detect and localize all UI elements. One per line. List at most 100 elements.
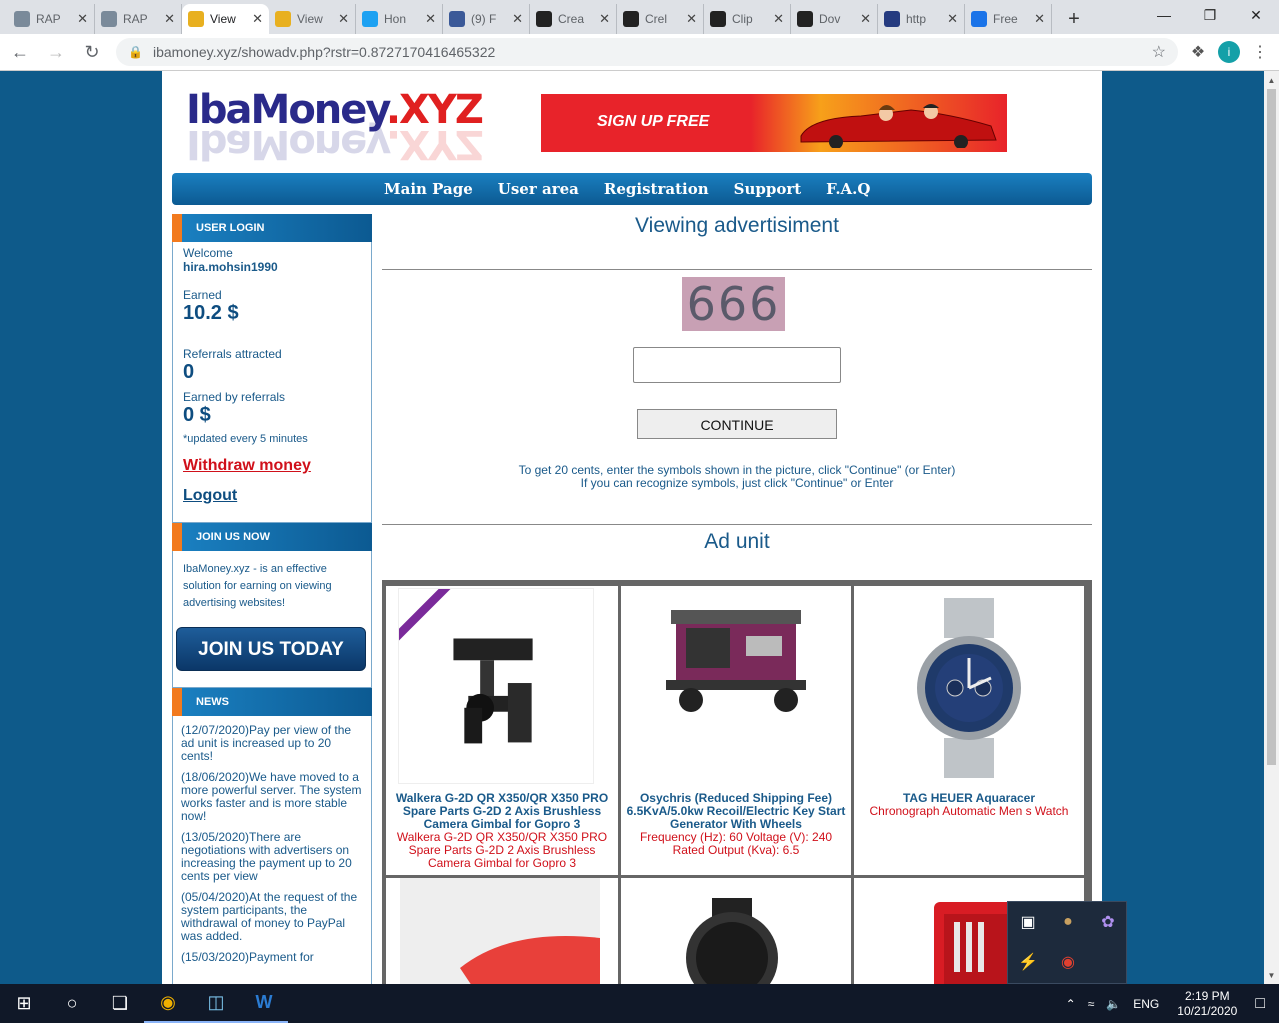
chevron-up-icon[interactable]: ⌃ (1066, 997, 1076, 1011)
sneaker-image (400, 878, 600, 984)
nav-link[interactable]: F.A.Q (826, 180, 870, 198)
tab-close-icon[interactable]: ✕ (860, 11, 871, 27)
bookmark-star-icon[interactable]: ☆ (1152, 42, 1166, 62)
task-view-icon[interactable]: ❏ (96, 984, 144, 1023)
main-nav: Main Page User area Registration Support F.A… (172, 173, 1092, 205)
tab-close-icon[interactable]: ✕ (252, 11, 263, 27)
forward-arrow-icon[interactable]: → (40, 36, 72, 68)
chrome-taskbar-icon[interactable]: ◉ (144, 984, 192, 1023)
tab-favicon-icon (449, 11, 465, 27)
ref-earned-label: Earned by referrals (183, 390, 286, 404)
time: 2:19 PM (1184, 988, 1230, 1003)
usb-icon[interactable]: ▣ (1008, 902, 1048, 942)
ad-card[interactable] (621, 878, 851, 984)
scrollbar-thumb[interactable] (1267, 89, 1276, 765)
withdraw-money-link[interactable]: Withdraw money (183, 457, 361, 475)
site-logo[interactable]: IbaMoney.XYZ IbaMoney.XYZ (186, 87, 526, 167)
ad-title[interactable]: Walkera G-2D QR X350/QR X350 PRO Spare P… (386, 792, 618, 870)
notifications-icon[interactable]: □ (1255, 995, 1265, 1013)
volume-icon[interactable]: 🔈 (1106, 997, 1121, 1011)
browser-menu-icon[interactable]: ⋮ (1246, 38, 1274, 66)
nav-link[interactable]: Main Page (384, 180, 473, 198)
tab-label: Dov (819, 12, 841, 26)
search-icon[interactable]: ○ (48, 984, 96, 1023)
browser-tab[interactable]: (9) F ✕ (443, 4, 530, 34)
watch-image (686, 898, 778, 984)
ad-card[interactable] (386, 878, 618, 984)
nav-link[interactable]: Support (734, 180, 802, 198)
browser-tab[interactable]: RAP ✕ (8, 4, 95, 34)
ad-card[interactable]: Osychris (Reduced Shipping Fee) 6.5KvA/5… (621, 586, 851, 875)
ad-card[interactable]: Walkera G-2D QR X350/QR X350 PRO Spare P… (386, 586, 618, 875)
page-scrollbar[interactable]: ▲ ▼ (1264, 71, 1279, 984)
tab-close-icon[interactable]: ✕ (773, 11, 784, 27)
tab-close-icon[interactable]: ✕ (77, 11, 88, 27)
browser-tab[interactable]: RAP ✕ (95, 4, 182, 34)
chrome-icon[interactable]: ◉ (1048, 942, 1088, 982)
browser-tab[interactable]: Hon ✕ (356, 4, 443, 34)
nav-link[interactable]: User area (498, 180, 579, 198)
word-icon[interactable]: W (240, 984, 288, 1023)
ad-title[interactable]: Osychris (Reduced Shipping Fee) 6.5KvA/5… (621, 792, 851, 857)
browser-tab[interactable]: Free ✕ (965, 4, 1052, 34)
power-plug-icon[interactable]: ⚡ (1008, 942, 1048, 982)
signup-banner[interactable]: SIGN UP FREE (541, 94, 1007, 152)
nav-link[interactable]: Registration (604, 180, 709, 198)
feather-icon[interactable]: ✿ (1088, 902, 1128, 942)
clock[interactable]: 2:19 PM 10/21/2020 (1177, 989, 1237, 1019)
tab-label: (9) F (471, 12, 497, 26)
user-login-header: USER LOGIN (172, 214, 372, 242)
tab-label: RAP (36, 12, 61, 26)
tab-close-icon[interactable]: ✕ (1034, 11, 1045, 27)
continue-button[interactable]: CONTINUE (637, 409, 837, 439)
browser-tab-bar: RAP ✕ RAP ✕ View ✕ View ✕ Hon ✕ (9) F ✕ Crea ✕ Crel ✕ Cl… (0, 0, 1279, 34)
tab-close-icon[interactable]: ✕ (425, 11, 436, 27)
back-arrow-icon[interactable]: ← (4, 36, 36, 68)
browser-tab[interactable]: Clip ✕ (704, 4, 791, 34)
tab-close-icon[interactable]: ✕ (338, 11, 349, 27)
join-us-header: JOIN US NOW (172, 523, 372, 551)
tab-close-icon[interactable]: ✕ (512, 11, 523, 27)
tab-close-icon[interactable]: ✕ (599, 11, 610, 27)
tab-close-icon[interactable]: ✕ (686, 11, 697, 27)
page-container: IbaMoney.XYZ IbaMoney.XYZ SIGN UP FREE M… (162, 71, 1102, 984)
profile-avatar[interactable]: i (1218, 41, 1240, 63)
camera-gimbal-image (398, 588, 594, 784)
tab-close-icon[interactable]: ✕ (947, 11, 958, 27)
logout-link[interactable]: Logout (183, 487, 361, 505)
scroll-up-icon[interactable]: ▲ (1264, 73, 1279, 87)
app-tray-icon[interactable]: ● (1048, 902, 1088, 942)
tab-favicon-icon (536, 11, 552, 27)
captcha-input[interactable] (633, 347, 841, 383)
browser-tab[interactable]: Crea ✕ (530, 4, 617, 34)
browser-tab[interactable]: View ✕ (182, 4, 269, 34)
windows-start-icon[interactable]: ⊞ (0, 984, 48, 1023)
reload-icon[interactable]: ↻ (76, 36, 108, 68)
browser-tab[interactable]: Crel ✕ (617, 4, 704, 34)
restore-icon[interactable]: ❐ (1187, 0, 1233, 30)
tab-close-icon[interactable]: ✕ (164, 11, 175, 27)
tab-label: View (210, 12, 236, 26)
extensions-puzzle-icon[interactable]: ❖ (1184, 38, 1212, 66)
language-indicator[interactable]: ENG (1133, 997, 1159, 1011)
close-icon[interactable]: ✕ (1233, 0, 1279, 30)
url-field[interactable]: 🔒 ibamoney.xyz/showadv.php?rstr=0.872717… (116, 38, 1178, 66)
earned-label: Earned (183, 288, 222, 302)
browser-tab[interactable]: http ✕ (878, 4, 965, 34)
minimize-icon[interactable]: — (1141, 0, 1187, 30)
ad-title[interactable]: TAG HEUER Aquaracer Chronograph Automatic… (854, 792, 1084, 818)
username: hira.mohsin1990 (183, 260, 278, 274)
new-tab-button[interactable]: + (1060, 5, 1088, 33)
browser-tab[interactable]: View ✕ (269, 4, 356, 34)
system-tray: ⌃ ≈ 🔈 ENG 2:19 PM 10/21/2020 □ (1060, 984, 1279, 1023)
update-note: *updated every 5 minutes (183, 433, 308, 445)
windows-taskbar: ⊞ ○ ❏ ◉ ◫ W ⌃ ≈ 🔈 ENG 2:19 PM 10/21/2020… (0, 984, 1279, 1023)
ad-description: Walkera G-2D QR X350/QR X350 PRO Spare P… (396, 830, 608, 870)
browser-tab[interactable]: Dov ✕ (791, 4, 878, 34)
main-content: Viewing advertisiment 666 CONTINUE To ge… (382, 214, 1092, 984)
app-taskbar-icon[interactable]: ◫ (192, 984, 240, 1023)
ad-card[interactable]: TAG HEUER Aquaracer Chronograph Automatic… (854, 586, 1084, 875)
wifi-icon[interactable]: ≈ (1088, 997, 1095, 1011)
join-us-today-button[interactable]: JOIN US TODAY (176, 627, 366, 671)
scroll-down-icon[interactable]: ▼ (1264, 968, 1279, 982)
